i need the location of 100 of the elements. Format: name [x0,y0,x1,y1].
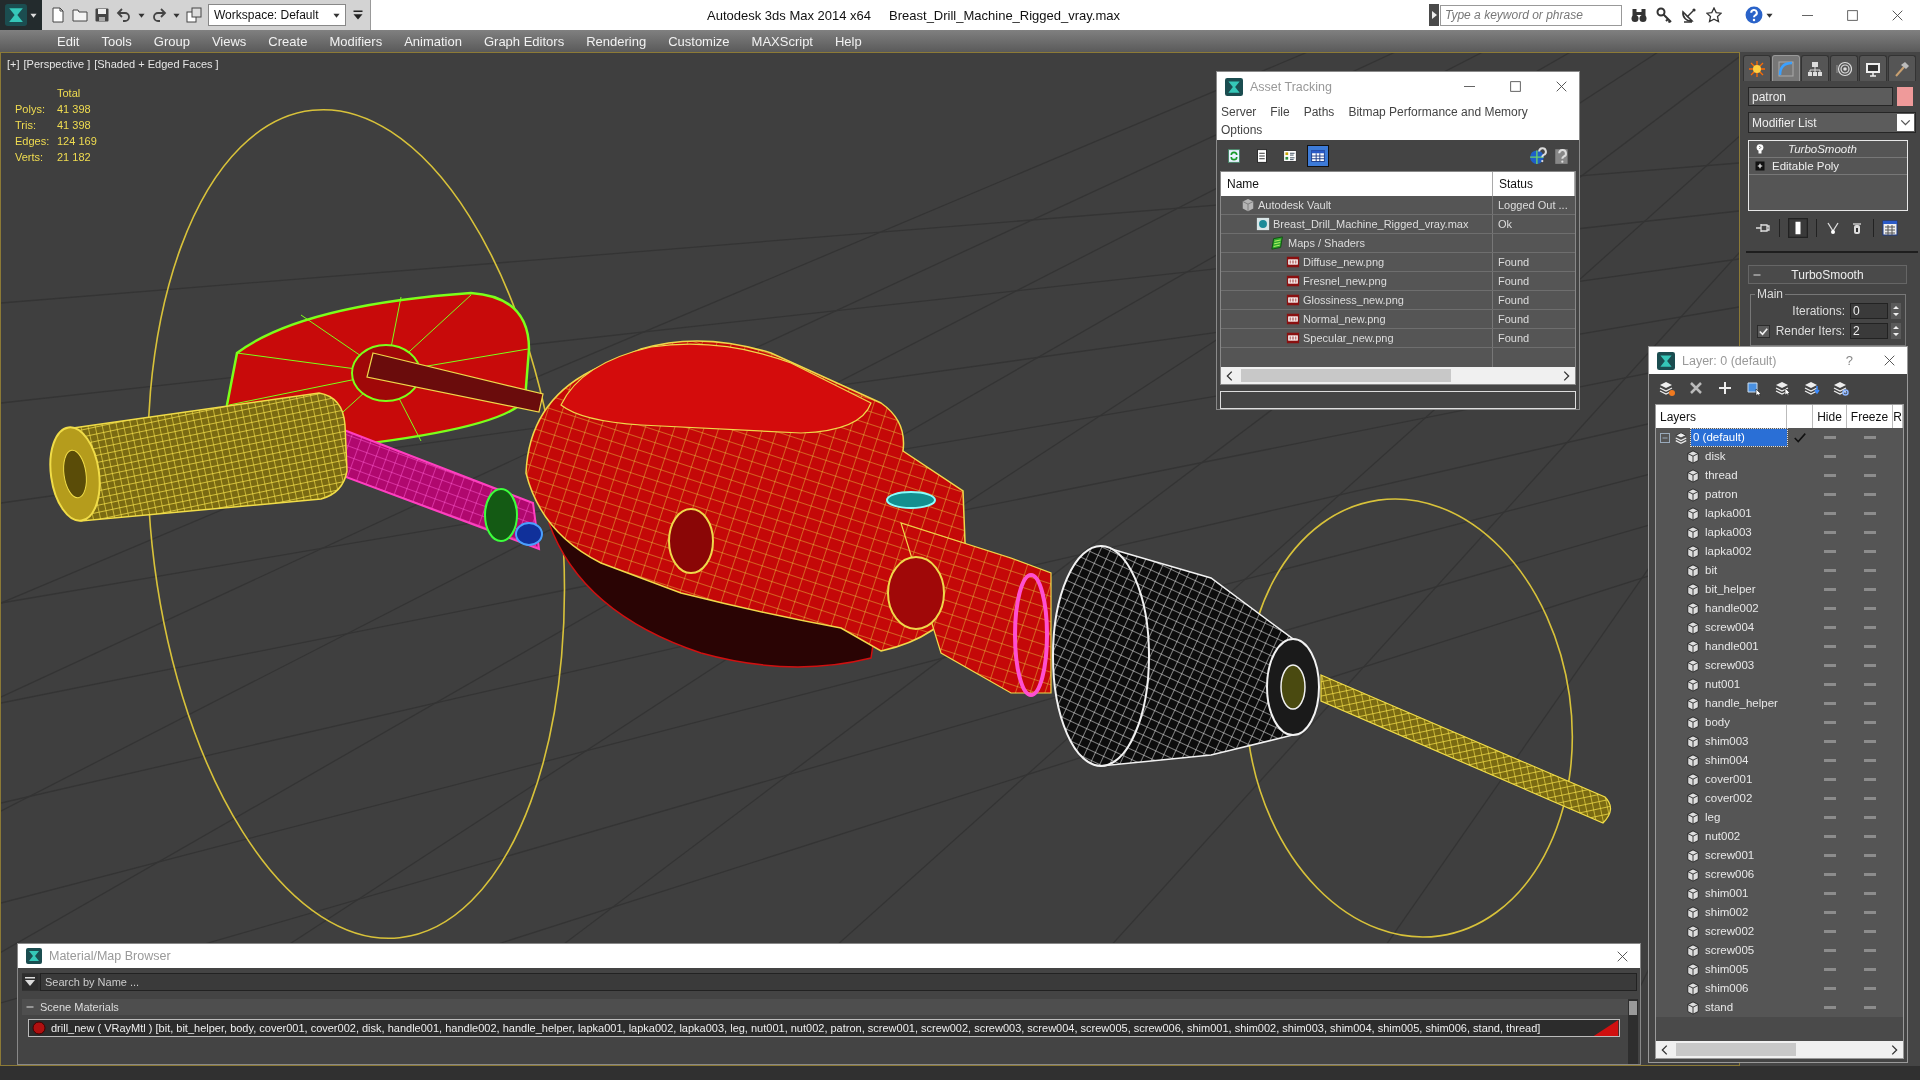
modifier-stack-item[interactable]: TurboSmooth [1788,143,1857,155]
chuck[interactable] [1052,545,1320,767]
satellite-dish-icon[interactable] [1681,7,1697,23]
viewport-label[interactable]: [Shaded + Edged Faces ] [94,58,219,70]
iterations-field[interactable]: 0 [1850,303,1888,319]
rollout-header[interactable]: TurboSmooth [1748,265,1907,284]
search-field[interactable]: Search by Name ... [40,973,1637,991]
horizontal-scrollbar[interactable] [1221,367,1575,384]
fork-icon[interactable] [1825,220,1841,236]
scrollbar-thumb[interactable] [1676,1043,1796,1056]
dash-icon[interactable] [1864,455,1876,458]
dash-icon[interactable] [1824,835,1836,838]
caret-icon[interactable] [138,11,145,19]
layer-name[interactable]: 0 (default) [1691,429,1787,446]
menu-item[interactable]: Paths [1303,103,1335,121]
application-button[interactable] [0,0,42,30]
vertical-bar-icon[interactable] [1788,218,1808,238]
help-button[interactable]: ? [1845,353,1853,368]
dash-icon[interactable] [1864,911,1876,914]
dash-icon[interactable] [1824,873,1836,876]
new-file-icon[interactable] [50,7,66,23]
search-field[interactable]: Type a keyword or phrase [1440,4,1622,26]
menu-item[interactable]: Graph Editors [472,30,576,52]
dash-icon[interactable] [1864,550,1876,553]
dash-icon[interactable] [1824,588,1836,591]
table-icon[interactable] [1307,144,1329,167]
dash-icon[interactable] [1864,512,1876,515]
dash-icon[interactable] [1824,569,1836,572]
drill-body[interactable] [525,340,1052,697]
dash-icon[interactable] [1824,493,1836,496]
dash-icon[interactable] [1824,797,1836,800]
dash-icon[interactable] [1824,949,1836,952]
dash-icon[interactable] [1824,550,1836,553]
dash-icon[interactable] [1824,930,1836,933]
dash-icon[interactable] [1864,816,1876,819]
command-panel-tab[interactable] [1743,55,1771,81]
render-iters-checkbox[interactable] [1757,324,1770,338]
dash-icon[interactable] [1864,626,1876,629]
overflow-menu-icon[interactable] [352,9,364,21]
dash-icon[interactable] [1864,987,1876,990]
asset-name[interactable]: Autodesk Vault [1258,199,1332,211]
asset-name[interactable]: Diffuse_new.png [1303,256,1385,268]
plus-box-icon[interactable] [1754,160,1766,172]
dash-icon[interactable] [1824,474,1836,477]
dash-icon[interactable] [1864,892,1876,895]
dash-icon[interactable] [1864,664,1876,667]
dash-icon[interactable] [1824,854,1836,857]
dash-icon[interactable] [1824,759,1836,762]
dash-icon[interactable] [1824,626,1836,629]
scrollbar-thumb[interactable] [1241,369,1451,382]
dash-icon[interactable] [1824,531,1836,534]
menu-item[interactable]: Edit [46,30,91,52]
menu-item[interactable]: Rendering [575,30,658,52]
spinner-arrows-icon[interactable] [1891,303,1901,319]
scrollbar-thumb[interactable] [1629,1001,1637,1015]
dash-icon[interactable] [1864,778,1876,781]
dash-icon[interactable] [1864,683,1876,686]
dash-icon[interactable] [1824,816,1836,819]
dash-icon[interactable] [1864,474,1876,477]
dash-icon[interactable] [1824,436,1836,439]
globe-help-icon[interactable] [1529,146,1547,165]
maximize-icon[interactable] [1510,81,1521,92]
dash-icon[interactable] [1824,512,1836,515]
dash-icon[interactable] [1864,835,1876,838]
group-header[interactable]: Scene Materials [22,999,1628,1015]
dash-icon[interactable] [1864,436,1876,439]
layers-arrow-icon[interactable] [1804,380,1820,396]
object-name-field[interactable]: patron [1748,87,1893,106]
asset-name[interactable]: Fresnel_new.png [1303,275,1387,287]
binoculars-icon[interactable] [1631,7,1647,23]
dash-icon[interactable] [1864,588,1876,591]
menu-item[interactable]: Customize [657,30,741,52]
dash-icon[interactable] [1824,778,1836,781]
menu-item[interactable]: Create [257,30,319,52]
dash-icon[interactable] [1864,949,1876,952]
dash-icon[interactable] [1864,930,1876,933]
menu-item[interactable]: Views [200,30,258,52]
menu-item[interactable]: Options [1221,121,1263,139]
plus-icon[interactable] [1717,380,1733,396]
open-folder-icon[interactable] [72,7,88,23]
asset-name[interactable]: Normal_new.png [1303,313,1386,325]
command-panel-tab[interactable] [1859,55,1887,81]
dash-icon[interactable] [1824,892,1836,895]
dash-icon[interactable] [1824,968,1836,971]
layers-gear-icon[interactable] [1833,380,1849,396]
horizontal-scrollbar[interactable] [1656,1041,1903,1058]
dash-icon[interactable] [1824,987,1836,990]
dash-icon[interactable] [1824,1006,1836,1009]
layers-dot-icon[interactable] [1659,380,1675,396]
command-panel-tab[interactable] [1830,55,1858,81]
dash-icon[interactable] [1864,493,1876,496]
help-icon[interactable] [1553,146,1571,165]
asset-name[interactable]: Specular_new.png [1303,332,1394,344]
dash-icon[interactable] [1864,531,1876,534]
dash-icon[interactable] [1864,759,1876,762]
undo-icon[interactable] [116,7,132,23]
dash-icon[interactable] [1864,854,1876,857]
dash-icon[interactable] [1824,740,1836,743]
cross-icon[interactable] [1688,380,1704,396]
dash-icon[interactable] [1864,702,1876,705]
